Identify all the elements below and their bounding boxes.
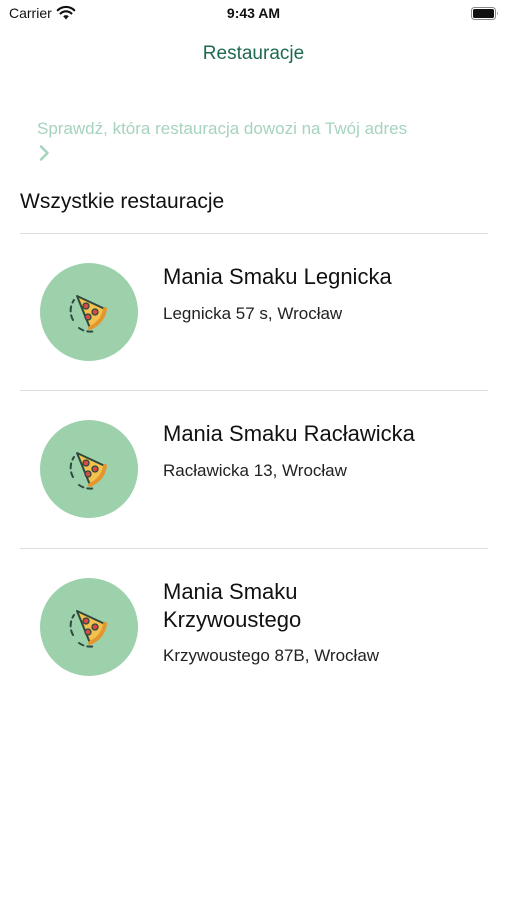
check-delivery-link[interactable]: Sprawdź, która restauracja dowozi na Twó… [37,117,477,162]
status-bar: Carrier 9:43 AM [0,0,507,28]
restaurant-row[interactable]: Mania Smaku Legnicka Legnicka 57 s, Wroc… [20,234,488,390]
pizza-icon [69,295,107,333]
check-delivery-label: Sprawdź, która restauracja dowozi na Twó… [37,119,408,138]
restaurant-avatar [40,420,138,518]
chevron-right-icon [39,145,49,161]
status-time: 9:43 AM [226,5,281,21]
pizza-icon [69,610,107,648]
restaurant-row[interactable]: Mania Smaku Krzywoustego Krzywoustego 87… [20,549,488,705]
battery-icon [471,7,498,20]
page-title: Restauracje [202,43,305,64]
restaurant-name: Mania Smaku Legnicka [163,264,392,289]
restaurant-name: Mania Smaku Racławicka [163,421,415,446]
restaurant-avatar [40,578,138,676]
restaurant-name: Mania Smaku Krzywoustego [163,579,302,632]
restaurant-address: Racławicka 13, Wrocław [163,461,347,480]
restaurant-avatar [40,263,138,361]
section-header: Wszystkie restauracje [20,190,225,213]
restaurant-row[interactable]: Mania Smaku Racławicka Racławicka 13, Wr… [20,391,488,547]
restaurant-address: Legnicka 57 s, Wrocław [163,304,343,323]
restaurant-address: Krzywoustego 87B, Wrocław [163,646,380,665]
pizza-icon [69,452,107,490]
